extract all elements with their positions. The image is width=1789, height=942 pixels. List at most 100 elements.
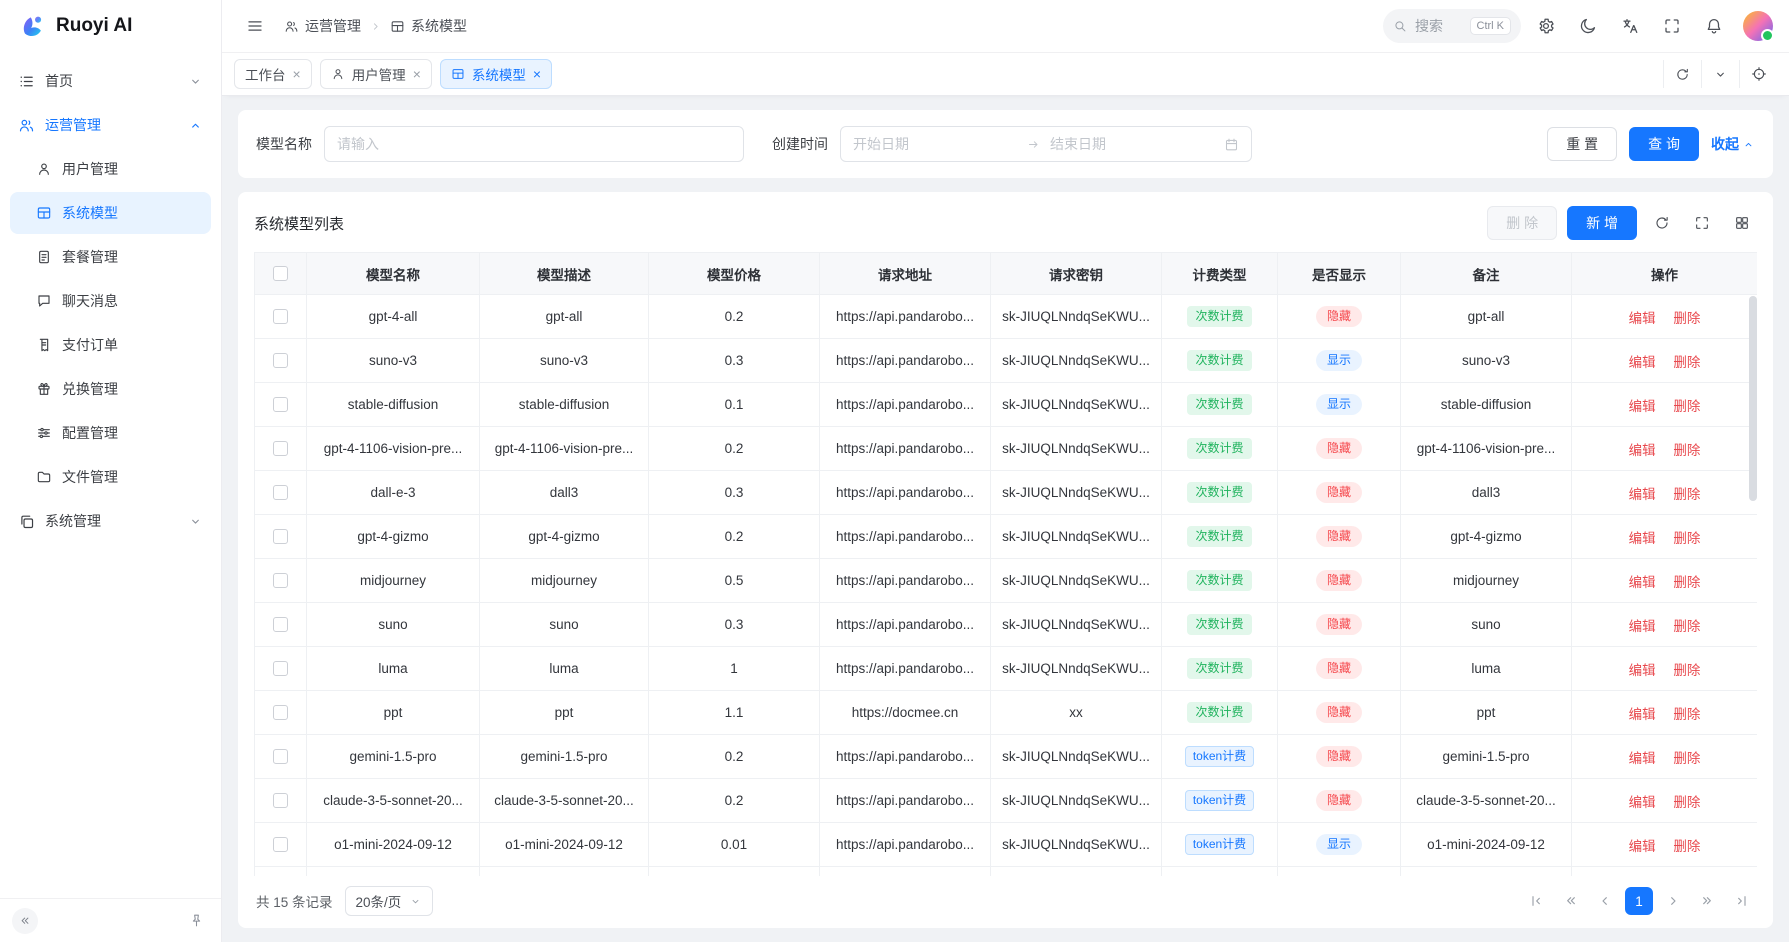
- chevrons-left-icon: [1563, 893, 1579, 909]
- tab-menu-button[interactable]: [1701, 60, 1739, 88]
- sidebar-item-system-model[interactable]: 系统模型: [10, 192, 211, 234]
- row-checkbox[interactable]: [273, 573, 288, 588]
- edit-link[interactable]: 编辑: [1629, 619, 1656, 634]
- sidebar-item-config-management[interactable]: 配置管理: [10, 412, 211, 454]
- folder-icon: [36, 469, 52, 485]
- tab-workbench[interactable]: 工作台 ×: [234, 59, 312, 89]
- current-page-button[interactable]: 1: [1625, 887, 1653, 915]
- select-all-checkbox[interactable]: [273, 266, 288, 281]
- settings-button[interactable]: [1529, 9, 1563, 43]
- tab-close-icon[interactable]: ×: [533, 67, 541, 81]
- sidebar-item-payment-orders[interactable]: 支付订单: [10, 324, 211, 366]
- tab-user-management[interactable]: 用户管理 ×: [320, 59, 432, 89]
- prev-page-button[interactable]: [1591, 887, 1619, 915]
- delete-link[interactable]: 删除: [1673, 487, 1700, 502]
- sidebar-item-file-management[interactable]: 文件管理: [10, 456, 211, 498]
- global-search[interactable]: 搜索 Ctrl K: [1383, 9, 1521, 43]
- date-range-picker[interactable]: 开始日期 结束日期: [840, 126, 1252, 162]
- tab-close-icon[interactable]: ×: [293, 67, 301, 81]
- jump-forward-button[interactable]: [1693, 887, 1721, 915]
- edit-link[interactable]: 编辑: [1629, 311, 1656, 326]
- breadcrumb-operations[interactable]: 运营管理: [284, 16, 361, 36]
- edit-link[interactable]: 编辑: [1629, 663, 1656, 678]
- row-checkbox[interactable]: [273, 793, 288, 808]
- delete-link[interactable]: 删除: [1673, 707, 1700, 722]
- sidebar-item-exchange-management[interactable]: 兑换管理: [10, 368, 211, 410]
- tab-system-model[interactable]: 系统模型 ×: [440, 59, 552, 89]
- end-date-placeholder: 结束日期: [1050, 134, 1214, 154]
- edit-link[interactable]: 编辑: [1629, 355, 1656, 370]
- notifications-button[interactable]: [1697, 9, 1731, 43]
- delete-link[interactable]: 删除: [1673, 839, 1700, 854]
- sidebar-item-chat-messages[interactable]: 聊天消息: [10, 280, 211, 322]
- row-checkbox[interactable]: [273, 617, 288, 632]
- delete-link[interactable]: 删除: [1673, 399, 1700, 414]
- cell-remark: gemini-1.5-pro: [1401, 735, 1572, 779]
- delete-link[interactable]: 删除: [1673, 663, 1700, 678]
- row-checkbox[interactable]: [273, 661, 288, 676]
- app-logo[interactable]: Ruoyi AI: [0, 0, 221, 52]
- table-scrollbar-thumb[interactable]: [1749, 296, 1757, 501]
- breadcrumb-system-model[interactable]: 系统模型: [390, 16, 467, 36]
- edit-link[interactable]: 编辑: [1629, 575, 1656, 590]
- row-checkbox[interactable]: [273, 485, 288, 500]
- last-page-button[interactable]: [1727, 887, 1755, 915]
- visibility-badge: 隐藏: [1316, 790, 1362, 810]
- language-button[interactable]: [1613, 9, 1647, 43]
- add-button[interactable]: 新 增: [1567, 206, 1637, 240]
- row-checkbox[interactable]: [273, 441, 288, 456]
- sidebar-item-user-management[interactable]: 用户管理: [10, 148, 211, 190]
- sidebar-item-operations[interactable]: 运营管理: [10, 104, 211, 146]
- tab-refresh-button[interactable]: [1663, 60, 1701, 88]
- hamburger-button[interactable]: [238, 9, 272, 43]
- reset-button[interactable]: 重 置: [1547, 127, 1617, 161]
- page-size-select[interactable]: 20条/页: [345, 886, 434, 916]
- delete-link[interactable]: 删除: [1673, 795, 1700, 810]
- dark-mode-button[interactable]: [1571, 9, 1605, 43]
- model-name-input[interactable]: [324, 126, 744, 162]
- delete-link[interactable]: 删除: [1673, 575, 1700, 590]
- delete-link[interactable]: 删除: [1673, 355, 1700, 370]
- visibility-badge: 隐藏: [1316, 526, 1362, 546]
- query-button[interactable]: 查 询: [1629, 127, 1699, 161]
- sidebar-item-home[interactable]: 首页: [10, 60, 211, 102]
- sidebar-collapse-button[interactable]: [12, 908, 38, 934]
- column-settings-button[interactable]: [1727, 208, 1757, 238]
- sidebar-item-package-management[interactable]: 套餐管理: [10, 236, 211, 278]
- edit-link[interactable]: 编辑: [1629, 531, 1656, 546]
- table-fullscreen-button[interactable]: [1687, 208, 1717, 238]
- pager-controls: 1: [1523, 887, 1755, 915]
- sidebar-pin-button[interactable]: [183, 908, 209, 934]
- edit-link[interactable]: 编辑: [1629, 839, 1656, 854]
- billing-type-tag: token计费: [1185, 746, 1254, 766]
- edit-link[interactable]: 编辑: [1629, 487, 1656, 502]
- next-page-button[interactable]: [1659, 887, 1687, 915]
- delete-link[interactable]: 删除: [1673, 751, 1700, 766]
- delete-link[interactable]: 删除: [1673, 531, 1700, 546]
- row-checkbox[interactable]: [273, 837, 288, 852]
- row-checkbox[interactable]: [273, 749, 288, 764]
- delete-link[interactable]: 删除: [1673, 443, 1700, 458]
- edit-link[interactable]: 编辑: [1629, 399, 1656, 414]
- jump-back-button[interactable]: [1557, 887, 1585, 915]
- collapse-filter-link[interactable]: 收起: [1711, 134, 1755, 154]
- row-checkbox[interactable]: [273, 529, 288, 544]
- sidebar-item-system-management[interactable]: 系统管理: [10, 500, 211, 542]
- delete-link[interactable]: 删除: [1673, 619, 1700, 634]
- edit-link[interactable]: 编辑: [1629, 751, 1656, 766]
- row-checkbox[interactable]: [273, 309, 288, 324]
- row-checkbox[interactable]: [273, 705, 288, 720]
- batch-delete-button[interactable]: 删 除: [1487, 206, 1557, 240]
- edit-link[interactable]: 编辑: [1629, 707, 1656, 722]
- fullscreen-button[interactable]: [1655, 9, 1689, 43]
- tab-close-icon[interactable]: ×: [413, 67, 421, 81]
- row-checkbox[interactable]: [273, 397, 288, 412]
- user-avatar[interactable]: [1743, 11, 1773, 41]
- edit-link[interactable]: 编辑: [1629, 795, 1656, 810]
- tab-focus-button[interactable]: [1739, 60, 1777, 88]
- delete-link[interactable]: 删除: [1673, 311, 1700, 326]
- row-checkbox[interactable]: [273, 353, 288, 368]
- edit-link[interactable]: 编辑: [1629, 443, 1656, 458]
- first-page-button[interactable]: [1523, 887, 1551, 915]
- table-refresh-button[interactable]: [1647, 208, 1677, 238]
